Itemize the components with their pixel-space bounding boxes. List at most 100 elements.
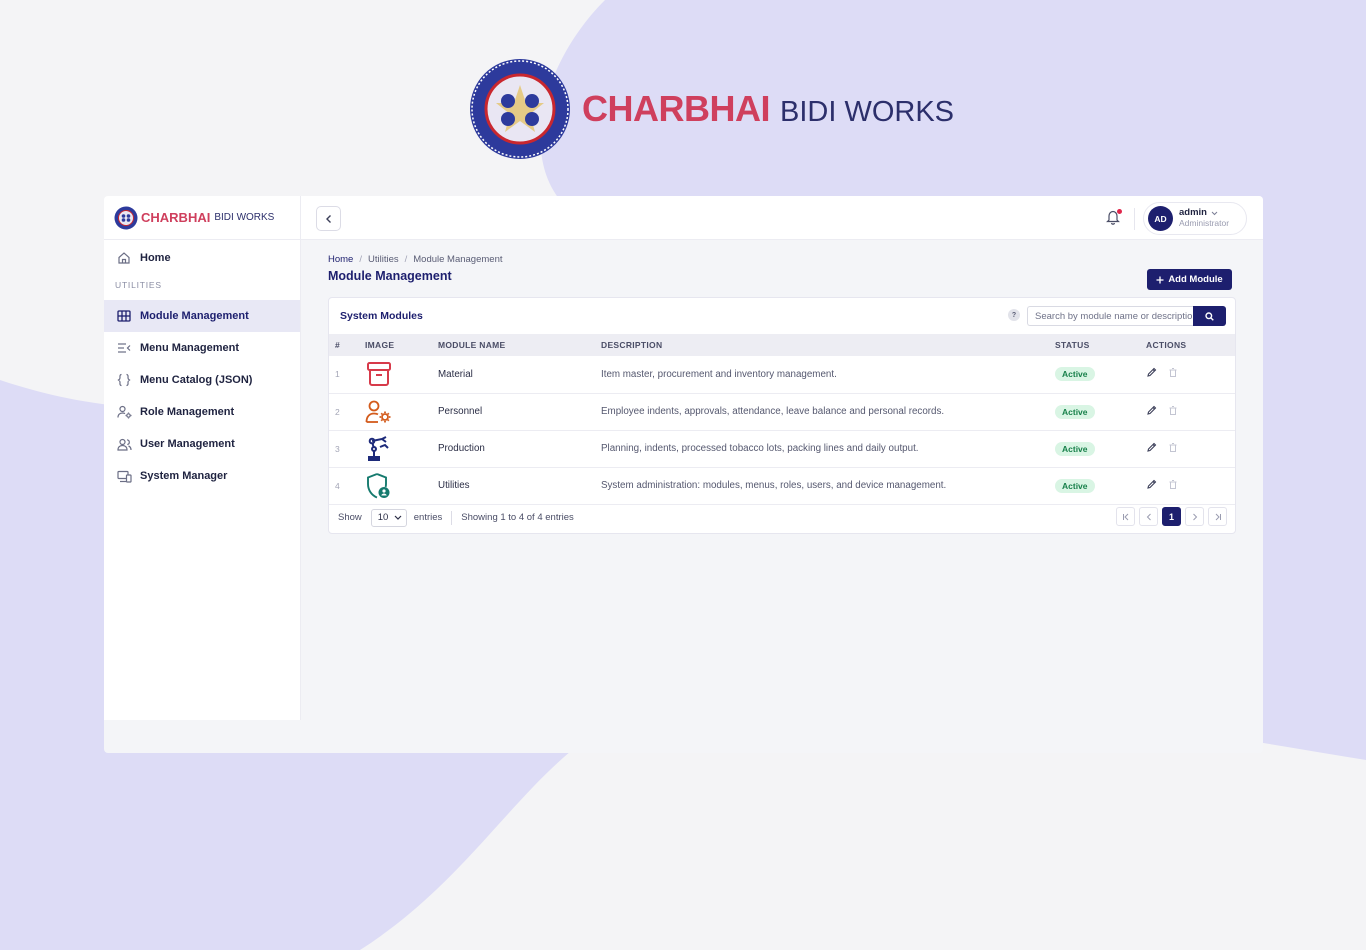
brand-name-light: BIDI WORKS [214, 212, 275, 223]
table-row: 4 Utilities System administration: modul… [329, 467, 1235, 504]
menu-list-icon [116, 340, 132, 356]
users-icon [116, 436, 132, 452]
table-row: 2 Personnel Employee indents, approvals,… [329, 393, 1235, 430]
delete-icon[interactable] [1168, 479, 1178, 490]
brand-name-light: BIDI WORKS [780, 96, 955, 128]
topbar-divider [1134, 208, 1135, 230]
sidebar-section-utilities: UTILITIES [115, 280, 162, 290]
sidebar-item-label: User Management [140, 438, 235, 450]
status-badge: Active [1055, 441, 1095, 456]
sidebar-item-module-management[interactable]: Module Management [104, 300, 300, 332]
row-number: 4 [335, 480, 340, 491]
first-page-button[interactable] [1116, 507, 1135, 526]
module-description: Employee indents, approvals, attendance,… [601, 406, 945, 417]
topbar: AD admin Administrator [301, 196, 1263, 240]
search-icon [1205, 311, 1214, 321]
edit-icon[interactable] [1146, 405, 1157, 416]
page-size-value: 10 [377, 512, 389, 523]
next-page-button[interactable] [1185, 507, 1204, 526]
prev-page-button[interactable] [1139, 507, 1158, 526]
chevron-right-icon [1192, 513, 1197, 520]
sidebar-item-menu-catalog[interactable]: Menu Catalog (JSON) [104, 364, 300, 396]
module-name: Production [438, 443, 485, 454]
user-role: Administrator [1179, 218, 1230, 229]
module-description: Item master, procurement and inventory m… [601, 368, 837, 380]
sidebar-item-label: Home [140, 252, 171, 264]
entries-summary: Showing 1 to 4 of 4 entries [461, 512, 574, 523]
delete-icon[interactable] [1168, 442, 1178, 453]
breadcrumb-utilities[interactable]: Utilities [368, 254, 399, 265]
page-title: Module Management [328, 269, 452, 283]
header-actions: ACTIONS [1146, 340, 1187, 350]
breadcrumb: Home / Utilities / Module Management [328, 254, 503, 265]
show-label: Show [338, 512, 362, 523]
sidebar-item-role-management[interactable]: Role Management [104, 396, 300, 428]
help-icon[interactable]: ? [1008, 309, 1020, 321]
edit-icon[interactable] [1146, 442, 1157, 453]
search-input[interactable] [1027, 306, 1193, 326]
chevron-last-icon [1215, 513, 1221, 520]
row-number: 2 [335, 406, 340, 417]
notifications-button[interactable] [1106, 209, 1122, 227]
add-module-button[interactable]: Add Module [1147, 269, 1232, 290]
edit-icon[interactable] [1146, 479, 1157, 490]
breadcrumb-home[interactable]: Home [328, 254, 353, 265]
last-page-button[interactable] [1208, 507, 1227, 526]
sidebar-item-system-manager[interactable]: System Manager [104, 460, 300, 492]
collapse-sidebar-button[interactable] [316, 206, 341, 231]
user-gear-icon [365, 398, 393, 426]
module-name: Personnel [438, 406, 483, 417]
chevron-down-icon [394, 515, 402, 520]
pagination: 1 [1116, 507, 1227, 526]
user-gear-icon [116, 404, 132, 420]
search-box [1027, 306, 1226, 326]
sidebar-item-label: System Manager [140, 470, 228, 482]
status-badge: Active [1055, 367, 1095, 382]
card-title: System Modules [340, 310, 423, 322]
sidebar-item-label: Role Management [140, 406, 235, 418]
entries-label: entries [413, 512, 443, 523]
edit-icon[interactable] [1146, 367, 1157, 378]
sidebar-item-user-management[interactable]: User Management [104, 428, 300, 460]
chevron-left-icon [1146, 513, 1151, 520]
breadcrumb-current: Module Management [413, 254, 503, 265]
table-row: 1 Material Item master, procurement and … [329, 356, 1235, 393]
notification-dot [1117, 209, 1122, 214]
brand-seal-icon [470, 59, 570, 159]
row-number: 3 [335, 443, 340, 454]
chevron-first-icon [1122, 513, 1128, 520]
search-button[interactable] [1193, 306, 1226, 326]
delete-icon[interactable] [1168, 405, 1178, 416]
user-menu[interactable]: AD admin Administrator [1143, 202, 1247, 235]
modules-table: # IMAGE MODULE NAME DESCRIPTION STATUS A… [329, 334, 1235, 505]
sidebar-item-home[interactable]: Home [104, 242, 300, 274]
page-size-select[interactable]: 10 [370, 508, 407, 527]
page-button-current[interactable]: 1 [1162, 507, 1181, 526]
app-window: CHARBHAI BIDI WORKS Home UTILITIES Modul… [104, 196, 1263, 753]
hero-logo: CHARBHAI BIDI WORKS [468, 57, 954, 161]
row-number: 1 [335, 369, 340, 380]
status-badge: Active [1055, 404, 1095, 419]
chevron-down-icon [1211, 211, 1218, 216]
sidebar-logo[interactable]: CHARBHAI BIDI WORKS [104, 196, 300, 240]
module-name: Utilities [438, 480, 470, 491]
plus-icon [1156, 276, 1164, 283]
module-name: Material [438, 368, 473, 380]
header-status: STATUS [1055, 340, 1090, 350]
sidebar: CHARBHAI BIDI WORKS Home UTILITIES Modul… [104, 196, 301, 720]
avatar: AD [1148, 206, 1173, 231]
footer-divider [451, 510, 453, 525]
sidebar-item-menu-management[interactable]: Menu Management [104, 332, 300, 364]
table-footer: Show 10 entries Showing 1 to 4 of 4 entr… [329, 502, 1235, 533]
sidebar-item-label: Menu Catalog (JSON) [140, 374, 253, 386]
sidebar-item-label: Module Management [140, 310, 249, 322]
table-row: 3 Production Planning, indents, processe… [329, 430, 1235, 467]
home-icon [116, 250, 132, 266]
chevron-left-icon [325, 214, 331, 223]
sidebar-item-label: Menu Management [140, 342, 240, 354]
delete-icon[interactable] [1168, 367, 1178, 378]
table-header-row: # IMAGE MODULE NAME DESCRIPTION STATUS A… [329, 334, 1235, 356]
brand-name-bold: CHARBHAI [141, 210, 211, 225]
header-module-name[interactable]: MODULE NAME [438, 334, 601, 356]
shield-user-icon [365, 472, 393, 500]
